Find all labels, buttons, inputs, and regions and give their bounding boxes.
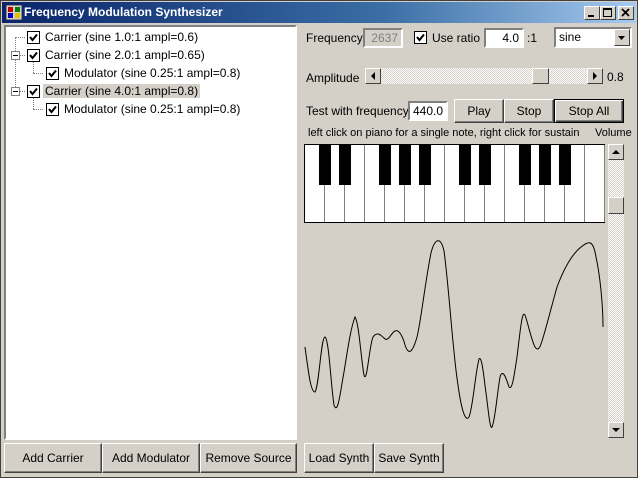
stop-button[interactable]: Stop bbox=[504, 99, 554, 123]
add-modulator-button[interactable]: Add Modulator bbox=[102, 443, 200, 473]
waveform-select[interactable]: sine bbox=[554, 27, 632, 48]
checkmark-icon bbox=[48, 105, 57, 114]
collapse-toggle[interactable] bbox=[11, 87, 20, 96]
node-label: Modulator (sine 0.25:1 ampl=0.8) bbox=[64, 102, 241, 116]
main-window: Frequency Modulation Synthesizer Carrier… bbox=[0, 0, 638, 478]
remove-source-button[interactable]: Remove Source bbox=[200, 443, 297, 473]
collapse-toggle[interactable] bbox=[11, 51, 20, 60]
maximize-icon bbox=[603, 8, 612, 17]
close-button[interactable] bbox=[618, 6, 634, 20]
node-checkbox[interactable] bbox=[27, 84, 40, 98]
scroll-down-button[interactable] bbox=[608, 422, 624, 438]
amplitude-label: Amplitude bbox=[306, 71, 360, 85]
window-title: Frequency Modulation Synthesizer bbox=[24, 5, 223, 19]
amplitude-value: 0.8 bbox=[607, 70, 624, 84]
tree-node-carrier[interactable]: Carrier (sine 4.0:1 ampl=0.8) bbox=[27, 82, 201, 100]
scroll-left-button[interactable] bbox=[365, 68, 381, 84]
close-icon bbox=[621, 8, 630, 17]
piano-hint: left click on piano for a single note, r… bbox=[308, 127, 580, 139]
minimize-button[interactable] bbox=[584, 6, 600, 20]
piano-black-key[interactable] bbox=[419, 145, 431, 185]
piano-black-key[interactable] bbox=[559, 145, 571, 185]
checkmark-icon bbox=[48, 69, 57, 78]
piano-white-key[interactable] bbox=[585, 145, 605, 222]
node-checkbox[interactable] bbox=[46, 66, 59, 80]
tree-connector bbox=[15, 37, 16, 91]
arrow-down-icon bbox=[612, 428, 620, 432]
add-carrier-button[interactable]: Add Carrier bbox=[4, 443, 102, 473]
piano-keyboard[interactable] bbox=[304, 144, 605, 223]
node-checkbox[interactable] bbox=[27, 30, 40, 44]
piano-black-key[interactable] bbox=[459, 145, 471, 185]
checkmark-icon bbox=[29, 51, 38, 60]
chevron-down-icon bbox=[618, 36, 625, 40]
scroll-up-button[interactable] bbox=[608, 144, 624, 160]
test-frequency-field[interactable]: 440.0 bbox=[408, 101, 448, 121]
tree-connector bbox=[15, 37, 25, 38]
volume-label: Volume bbox=[595, 127, 632, 139]
tree-node-modulator[interactable]: Modulator (sine 0.25:1 ampl=0.8) bbox=[46, 64, 242, 82]
volume-slider[interactable] bbox=[608, 144, 624, 438]
checkmark-icon bbox=[29, 87, 38, 96]
stop-all-button[interactable]: Stop All bbox=[554, 99, 624, 123]
tree-node-carrier[interactable]: Carrier (sine 1.0:1 ampl=0.6) bbox=[27, 28, 200, 46]
piano-black-key[interactable] bbox=[319, 145, 331, 185]
title-bar[interactable]: Frequency Modulation Synthesizer bbox=[2, 2, 636, 23]
piano-black-key[interactable] bbox=[339, 145, 351, 185]
piano-black-key[interactable] bbox=[519, 145, 531, 185]
tree-connector bbox=[33, 73, 43, 74]
waveform-curve bbox=[304, 240, 604, 428]
node-label: Carrier (sine 1.0:1 ampl=0.6) bbox=[45, 30, 199, 44]
node-label: Carrier (sine 4.0:1 ampl=0.8) bbox=[43, 84, 201, 98]
arrow-up-icon bbox=[612, 150, 620, 154]
waveform-dropdown-button[interactable] bbox=[614, 29, 630, 46]
volume-thumb[interactable] bbox=[608, 197, 624, 214]
checkmark-icon bbox=[416, 33, 425, 42]
save-synth-button[interactable]: Save Synth bbox=[374, 443, 444, 473]
ratio-suffix: :1 bbox=[527, 31, 538, 45]
ratio-field[interactable]: 4.0 bbox=[484, 28, 524, 48]
minimize-icon bbox=[588, 15, 594, 17]
tree-connector bbox=[20, 55, 25, 56]
test-frequency-label: Test with frequency bbox=[306, 104, 409, 118]
node-label: Carrier (sine 2.0:1 ampl=0.65) bbox=[45, 48, 205, 62]
frequency-field: 2637 bbox=[363, 28, 403, 48]
arrow-right-icon bbox=[593, 72, 597, 80]
arrow-left-icon bbox=[371, 72, 375, 80]
load-synth-button[interactable]: Load Synth bbox=[304, 443, 374, 473]
use-ratio-label: Use ratio bbox=[432, 31, 481, 45]
tree-connector bbox=[20, 91, 25, 92]
node-label: Modulator (sine 0.25:1 ampl=0.8) bbox=[64, 66, 241, 80]
amplitude-slider[interactable] bbox=[365, 68, 603, 84]
frequency-label: Frequency bbox=[306, 31, 363, 45]
piano-black-key[interactable] bbox=[399, 145, 411, 185]
source-tree[interactable]: Carrier (sine 1.0:1 ampl=0.6) Carrier (s… bbox=[4, 25, 297, 440]
scroll-right-button[interactable] bbox=[587, 68, 603, 84]
amplitude-thumb[interactable] bbox=[532, 68, 549, 84]
tree-node-modulator[interactable]: Modulator (sine 0.25:1 ampl=0.8) bbox=[46, 100, 242, 118]
piano-black-key[interactable] bbox=[479, 145, 491, 185]
tree-connector bbox=[33, 109, 43, 110]
app-icon bbox=[6, 5, 22, 20]
use-ratio-checkbox[interactable] bbox=[414, 31, 427, 44]
waveform-value: sine bbox=[559, 30, 582, 44]
checkmark-icon bbox=[29, 33, 38, 42]
piano-black-key[interactable] bbox=[539, 145, 551, 185]
tree-node-carrier[interactable]: Carrier (sine 2.0:1 ampl=0.65) bbox=[27, 46, 207, 64]
node-checkbox[interactable] bbox=[27, 48, 40, 62]
node-checkbox[interactable] bbox=[46, 102, 59, 116]
piano-black-key[interactable] bbox=[379, 145, 391, 185]
maximize-button[interactable] bbox=[600, 6, 616, 20]
waveform-display bbox=[304, 240, 604, 428]
play-button[interactable]: Play bbox=[454, 99, 504, 123]
